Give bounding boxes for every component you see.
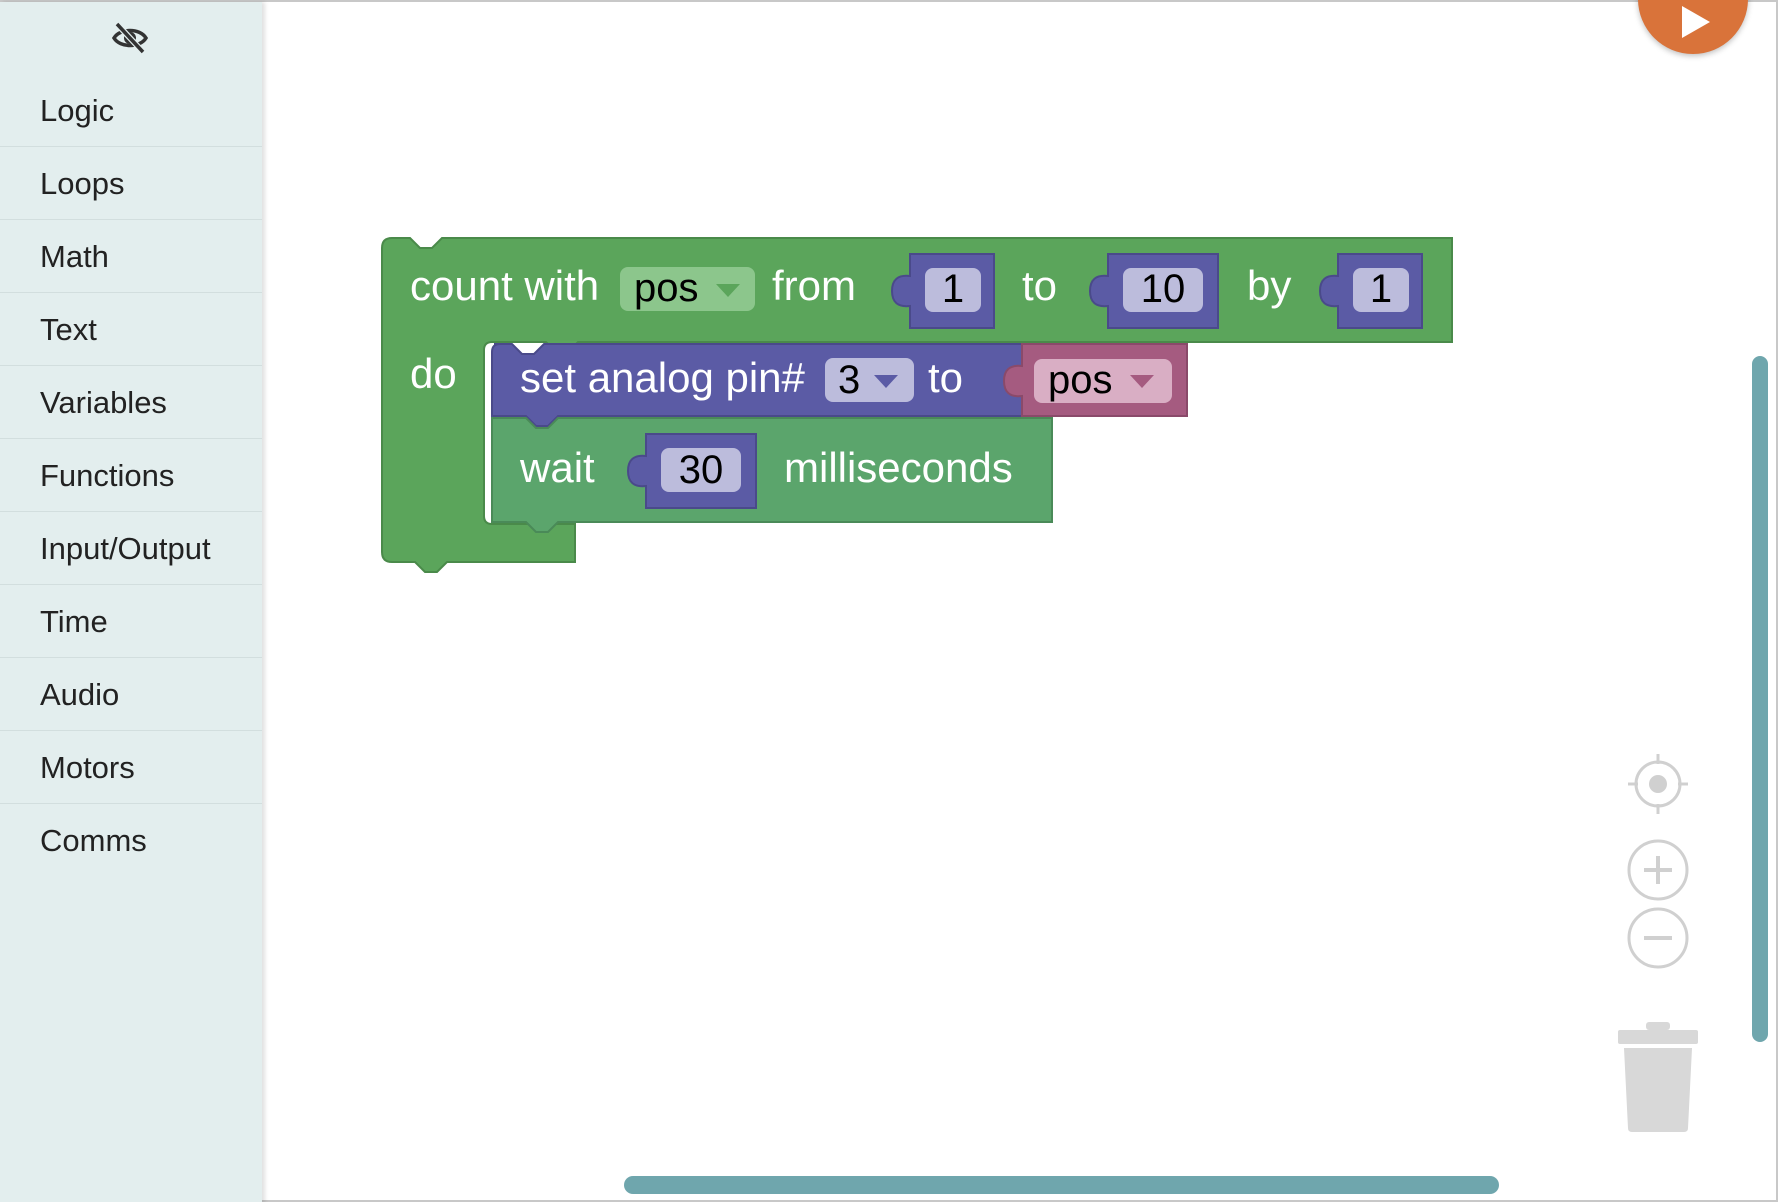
by-value: 1 bbox=[1370, 267, 1392, 311]
category-loops[interactable]: Loops bbox=[0, 147, 262, 220]
wait-duration-value: 30 bbox=[679, 448, 724, 492]
to-label: to bbox=[1022, 262, 1057, 309]
count-with-label: count with bbox=[410, 262, 599, 309]
category-motors[interactable]: Motors bbox=[0, 731, 262, 804]
category-time[interactable]: Time bbox=[0, 585, 262, 658]
analog-to-label: to bbox=[928, 354, 963, 401]
category-comms[interactable]: Comms bbox=[0, 804, 262, 877]
eye-off-icon[interactable] bbox=[110, 20, 150, 56]
horizontal-scrollbar[interactable] bbox=[624, 1176, 1499, 1194]
from-label: from bbox=[772, 262, 856, 309]
crosshair-icon[interactable] bbox=[1626, 752, 1690, 816]
category-variables[interactable]: Variables bbox=[0, 366, 262, 439]
milliseconds-label: milliseconds bbox=[784, 444, 1013, 491]
wait-label: wait bbox=[519, 444, 595, 491]
loop-variable-dropdown[interactable]: pos bbox=[620, 266, 755, 311]
loop-variable-value: pos bbox=[634, 266, 699, 310]
by-label: by bbox=[1247, 262, 1291, 309]
category-text[interactable]: Text bbox=[0, 293, 262, 366]
blocks-workspace[interactable]: count with pos from 1 to 10 by 1 do set … bbox=[262, 2, 1776, 1200]
category-list: Logic Loops Math Text Variables Function… bbox=[0, 74, 262, 877]
set-analog-pin-block[interactable]: set analog pin# 3 to pos bbox=[491, 343, 1188, 427]
pos-variable-block[interactable]: pos bbox=[1002, 343, 1188, 417]
category-audio[interactable]: Audio bbox=[0, 658, 262, 731]
pin-dropdown[interactable]: 3 bbox=[825, 358, 914, 402]
category-math[interactable]: Math bbox=[0, 220, 262, 293]
vertical-scrollbar[interactable] bbox=[1752, 356, 1768, 1042]
to-value: 10 bbox=[1141, 267, 1186, 311]
pos-variable-value: pos bbox=[1048, 358, 1113, 402]
pin-value: 3 bbox=[838, 358, 860, 402]
category-functions[interactable]: Functions bbox=[0, 439, 262, 512]
zoom-in-icon[interactable] bbox=[1626, 838, 1690, 902]
blockly-editor: Logic Loops Math Text Variables Function… bbox=[0, 0, 1778, 1202]
set-analog-pin-label: set analog pin# bbox=[520, 354, 806, 401]
to-number-block[interactable]: 10 bbox=[1088, 253, 1219, 329]
wait-duration-block[interactable]: 30 bbox=[626, 433, 757, 509]
wait-block[interactable]: wait 30 milliseconds bbox=[491, 417, 1053, 533]
trash-icon[interactable] bbox=[1614, 1020, 1702, 1134]
category-logic[interactable]: Logic bbox=[0, 74, 262, 147]
category-input-output[interactable]: Input/Output bbox=[0, 512, 262, 585]
zoom-out-icon[interactable] bbox=[1626, 906, 1690, 970]
from-value: 1 bbox=[942, 267, 964, 311]
do-label: do bbox=[410, 350, 457, 397]
toolbox-sidebar: Logic Loops Math Text Variables Function… bbox=[0, 2, 262, 1202]
blocks-canvas: count with pos from 1 to 10 by 1 do set … bbox=[381, 237, 1453, 573]
run-button[interactable] bbox=[1638, 0, 1748, 54]
play-icon bbox=[1682, 6, 1710, 38]
